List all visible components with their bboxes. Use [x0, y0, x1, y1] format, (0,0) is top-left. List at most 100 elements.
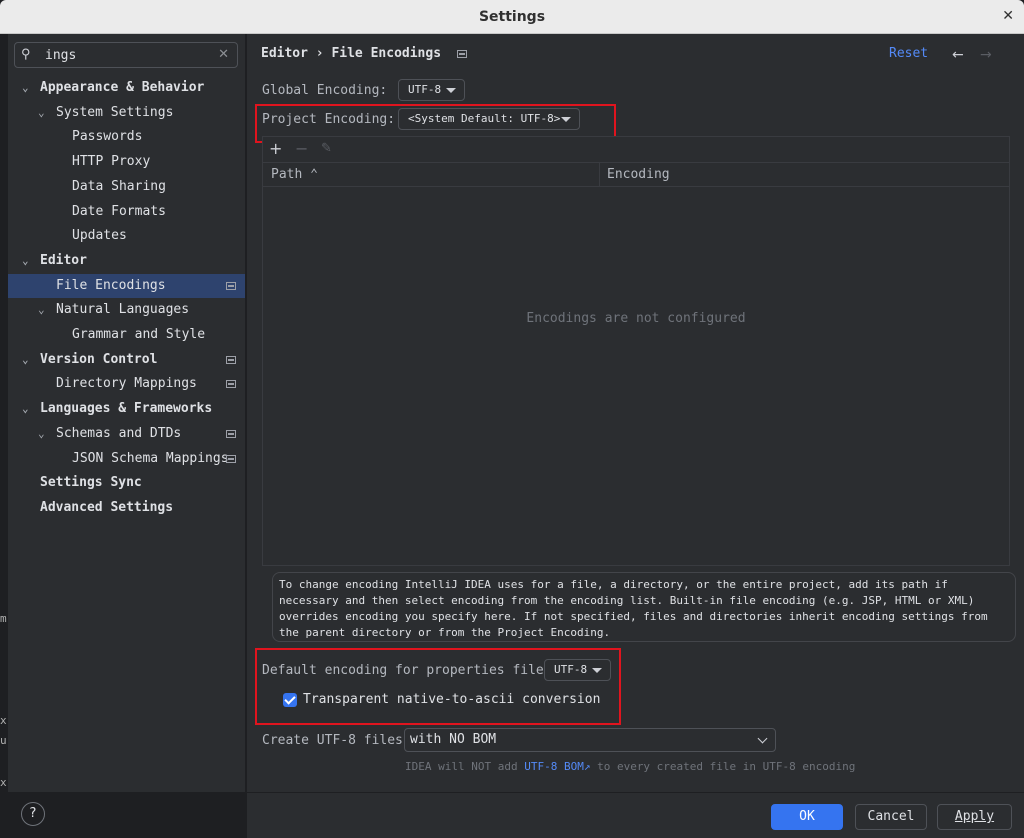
utf8-bom-link[interactable]: UTF-8 BOM↗	[524, 760, 590, 773]
sidebar-item[interactable]: File Encodings	[8, 273, 245, 298]
sidebar-item[interactable]: Updates	[8, 224, 245, 248]
sidebar-item[interactable]: Grammar and Style	[8, 323, 245, 347]
breadcrumb-current: File Encodings	[331, 46, 442, 61]
chevron-down-icon[interactable]: ⌄	[22, 249, 29, 273]
global-encoding-label: Global Encoding:	[262, 83, 388, 98]
background-text-fragment: x	[0, 776, 7, 789]
chevron-down-icon	[757, 733, 768, 744]
native-to-ascii-checkbox[interactable]	[283, 693, 297, 707]
back-arrow-icon[interactable]: ←	[952, 47, 964, 63]
global-encoding-select[interactable]: UTF-8	[398, 79, 465, 101]
search-box: ⚲ ✕	[14, 42, 238, 68]
sidebar-item-label: Directory Mappings	[56, 376, 197, 392]
sidebar-item-label: Version Control	[40, 351, 158, 367]
bom-hint-before: IDEA will NOT add	[405, 760, 518, 773]
sidebar-item[interactable]: Directory Mappings	[8, 372, 245, 396]
sidebar-item[interactable]: ⌄ Natural Languages	[8, 298, 245, 322]
project-scope-icon	[226, 454, 236, 463]
settings-sidebar: ⚲ ✕ ⌄ Appearance & Behavior ⌄ System Settin…	[8, 34, 246, 792]
table-header: Path ⌃ Encoding	[263, 163, 1009, 187]
sidebar-item[interactable]: ⌄ Languages & Frameworks	[8, 397, 245, 421]
encoding-help-note: To change encoding IntelliJ IDEA uses fo…	[272, 572, 1016, 642]
sidebar-item-label: Data Sharing	[72, 178, 166, 194]
sidebar-item[interactable]: Advanced Settings	[8, 496, 245, 520]
create-utf8-value: with NO BOM	[410, 732, 497, 747]
sidebar-item-label: Schemas and DTDs	[56, 425, 182, 441]
chevron-down-icon[interactable]: ⌄	[22, 76, 29, 100]
apply-button[interactable]: Apply	[937, 804, 1012, 830]
edit-icon[interactable]: ✎	[321, 141, 332, 156]
sidebar-item[interactable]: ⌄ System Settings	[8, 101, 245, 125]
breadcrumb-parent[interactable]: Editor	[261, 46, 308, 61]
remove-icon[interactable]: −	[295, 139, 308, 158]
sidebar-item-label: Editor	[40, 252, 87, 268]
close-icon[interactable]: ✕	[1002, 8, 1014, 24]
sidebar-item[interactable]: ⌄ Editor	[8, 249, 245, 273]
sidebar-item-label: Passwords	[72, 129, 143, 145]
dropdown-arrow-icon	[592, 668, 602, 673]
sidebar-item[interactable]: Data Sharing	[8, 175, 245, 199]
column-divider[interactable]	[599, 163, 600, 187]
sidebar-item-label: Grammar and Style	[72, 327, 206, 342]
ok-button[interactable]: OK	[771, 804, 843, 830]
background-text-fragment: m	[0, 612, 7, 625]
sidebar-item[interactable]: Settings Sync	[8, 471, 245, 495]
chevron-down-icon[interactable]: ⌄	[22, 348, 29, 372]
bom-hint: IDEA will NOT add UTF-8 BOM↗ to every cr…	[405, 760, 855, 773]
empty-table-text: Encodings are not configured	[526, 311, 746, 326]
apply-button-label: Apply	[954, 809, 995, 824]
sidebar-item[interactable]: JSON Schema Mappings	[8, 447, 245, 471]
sidebar-item[interactable]: ⌄ Version Control	[8, 348, 245, 372]
project-scope-icon	[456, 49, 467, 58]
chevron-down-icon[interactable]: ⌄	[38, 298, 45, 322]
bom-hint-after: to every created file in UTF-8 encoding	[597, 760, 856, 773]
cancel-button[interactable]: Cancel	[855, 804, 927, 830]
sidebar-item-label: Updates	[72, 228, 127, 244]
title-bar: Settings ✕	[0, 0, 1024, 34]
sidebar-item-label: Languages & Frameworks	[40, 401, 213, 417]
project-scope-icon	[226, 380, 236, 389]
sidebar-item-label: Natural Languages	[56, 302, 190, 318]
chevron-down-icon[interactable]: ⌄	[38, 101, 45, 125]
dropdown-arrow-icon	[446, 88, 456, 93]
breadcrumb: Editor › File Encodings	[261, 46, 467, 61]
column-header-encoding[interactable]: Encoding	[607, 167, 670, 182]
sidebar-item-label: HTTP Proxy	[72, 154, 151, 170]
sidebar-item[interactable]: Date Formats	[8, 200, 245, 224]
dialog-footer: OK Cancel Apply	[247, 792, 1024, 838]
add-icon[interactable]: +	[269, 139, 282, 158]
sidebar-item-label: JSON Schema Mappings	[72, 450, 229, 466]
sidebar-item[interactable]: ⌄ Schemas and DTDs	[8, 422, 245, 446]
create-utf8-label: Create UTF-8 files:	[262, 733, 411, 748]
sidebar-item[interactable]: Passwords	[8, 125, 245, 149]
settings-content: Editor › File Encodings Reset ← → Global…	[247, 34, 1024, 792]
sidebar-item[interactable]: HTTP Proxy	[8, 150, 245, 174]
properties-encoding-label: Default encoding for properties files:	[262, 663, 560, 678]
help-button[interactable]: ?	[21, 802, 45, 826]
search-input[interactable]	[45, 45, 215, 65]
sidebar-item-label: File Encodings	[56, 277, 166, 293]
create-utf8-select[interactable]: with NO BOM	[404, 728, 776, 752]
project-scope-icon	[226, 429, 236, 438]
window-title: Settings	[478, 9, 546, 25]
native-to-ascii-label[interactable]: Transparent native-to-ascii conversion	[303, 692, 600, 707]
forward-arrow-icon[interactable]: →	[980, 47, 992, 63]
sidebar-item-label: Appearance & Behavior	[40, 80, 205, 95]
path-encodings-table: + − ✎ Path ⌃ Encoding Encodings are not …	[262, 136, 1010, 566]
background-text-fragment: u	[0, 734, 7, 747]
sidebar-item[interactable]: ⌄ Appearance & Behavior	[8, 76, 245, 100]
chevron-down-icon[interactable]: ⌄	[38, 422, 45, 446]
column-header-path[interactable]: Path ⌃	[271, 167, 318, 182]
chevron-down-icon[interactable]: ⌄	[22, 397, 29, 421]
sidebar-item-label: System Settings	[56, 104, 174, 120]
global-encoding-value: UTF-8	[408, 83, 442, 96]
reset-link[interactable]: Reset	[889, 46, 928, 61]
dropdown-arrow-icon	[561, 117, 571, 122]
breadcrumb-separator: ›	[315, 46, 324, 61]
project-encoding-select[interactable]: <System Default: UTF-8>	[398, 108, 580, 130]
properties-encoding-select[interactable]: UTF-8	[544, 659, 611, 681]
project-scope-icon	[226, 281, 236, 290]
clear-search-icon[interactable]: ✕	[218, 47, 229, 62]
properties-encoding-value: UTF-8	[554, 663, 588, 676]
search-icon[interactable]: ⚲	[21, 47, 31, 62]
